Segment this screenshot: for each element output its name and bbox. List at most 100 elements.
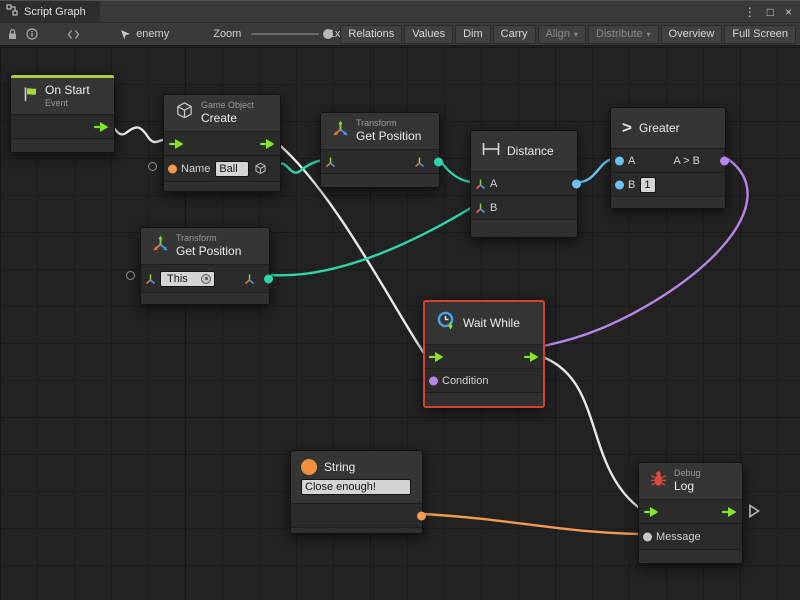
flow-in-port[interactable] (169, 138, 184, 149)
node-get-position-bottom[interactable]: Transform Get Position (140, 227, 270, 305)
fullscreen-button[interactable]: Full Screen (724, 25, 796, 44)
float-out-port[interactable] (572, 179, 581, 188)
node-header: Debug Log (639, 463, 742, 499)
port-label: B (490, 202, 497, 214)
port-label: A (628, 155, 635, 167)
flow-out-port[interactable] (722, 506, 737, 517)
node-footer (164, 181, 280, 191)
chevron-down-icon: ▾ (647, 30, 651, 39)
string-value-input[interactable] (301, 479, 411, 495)
node-get-position-top[interactable]: Transform Get Position (320, 112, 440, 188)
maximize-icon[interactable]: □ (767, 5, 774, 19)
wire-float-distance-to-greater-a[interactable] (579, 159, 614, 182)
wire-string-to-log-message[interactable] (424, 514, 644, 534)
node-footer (11, 138, 114, 152)
wire-flow-waitwhile-to-log[interactable] (540, 356, 642, 510)
unconnected-port-circle[interactable] (148, 162, 157, 171)
node-header: String (291, 451, 422, 503)
detached-flow-arrow-icon[interactable] (748, 504, 760, 518)
unconnected-port-circle[interactable] (126, 271, 135, 280)
node-footer (471, 219, 577, 237)
wire-object-create-to-getposition[interactable] (276, 160, 326, 173)
node-category: Transform (176, 233, 241, 244)
node-greater[interactable]: > Greater A A > B B (610, 107, 726, 209)
game-object-out-port[interactable] (254, 162, 267, 175)
tab-script-graph[interactable]: Script Graph (0, 1, 100, 22)
bug-icon (650, 470, 667, 492)
node-title: Distance (507, 144, 554, 158)
vector-a-in-port[interactable] (475, 178, 486, 189)
window-menu-icon[interactable]: ⋮ (744, 5, 756, 19)
distribute-label: Distribute (596, 28, 642, 40)
node-header: Transform Get Position (321, 113, 439, 149)
wire-vector-getposition-to-distance-a[interactable] (440, 160, 474, 182)
vector-out-gizmo-icon (244, 273, 255, 284)
output-row (291, 503, 422, 527)
carry-button[interactable]: Carry (493, 25, 536, 44)
float-b-in-port[interactable] (615, 180, 624, 189)
node-title: Log (674, 479, 701, 493)
relations-button[interactable]: Relations (340, 25, 402, 44)
align-button[interactable]: Align ▾ (538, 25, 586, 44)
dim-button[interactable]: Dim (455, 25, 491, 44)
bool-out-port[interactable] (720, 156, 729, 165)
flow-in-port[interactable] (429, 351, 444, 362)
node-footer (639, 549, 742, 563)
flow-out-port[interactable] (260, 138, 275, 149)
input-b-row: B (471, 195, 577, 219)
input-b-row: B (611, 172, 725, 196)
node-debug-log[interactable]: Debug Log Message (638, 462, 743, 564)
transform-in-port[interactable] (325, 156, 336, 167)
target-graph-name[interactable]: enemy (136, 28, 169, 40)
node-on-start-event[interactable]: On Start Event (10, 74, 115, 153)
bool-condition-in-port[interactable] (429, 376, 438, 385)
flow-port-row (425, 344, 543, 368)
node-string-literal[interactable]: String (290, 450, 423, 534)
distribute-button[interactable]: Distribute ▾ (588, 25, 658, 44)
node-footer (611, 196, 725, 208)
target-value-input[interactable] (164, 272, 198, 286)
lock-icon[interactable] (6, 25, 20, 43)
node-wait-while[interactable]: Wait While Condition (423, 300, 545, 408)
float-a-in-port[interactable] (615, 156, 624, 165)
flow-out-port[interactable] (524, 351, 539, 362)
graph-toolbar: enemy Zoom 1x Relations Values Dim Carry… (0, 22, 800, 46)
node-category: Transform (356, 118, 421, 129)
port-label: B (628, 179, 635, 191)
code-icon[interactable] (67, 25, 81, 43)
tab-label: Script Graph (24, 6, 86, 18)
info-icon[interactable] (25, 25, 39, 43)
name-value-input[interactable] (215, 161, 249, 177)
graph-canvas[interactable]: On Start Event Game Object Create (0, 47, 800, 600)
string-in-port[interactable] (168, 164, 177, 173)
flow-in-port[interactable] (644, 506, 659, 517)
b-value-input[interactable] (640, 177, 656, 193)
zoom-slider[interactable] (251, 33, 318, 35)
position-out-port[interactable] (264, 274, 273, 283)
object-picker-icon[interactable] (201, 274, 211, 284)
node-title: Get Position (356, 129, 421, 143)
close-icon[interactable]: × (785, 5, 792, 19)
node-header: > Greater (611, 108, 725, 148)
values-button[interactable]: Values (404, 25, 453, 44)
window-controls: ⋮ □ × (744, 5, 800, 19)
input-a-row: A A > B (611, 148, 725, 172)
output-label: A > B (673, 155, 700, 167)
position-out-port[interactable] (434, 157, 443, 166)
transform-gizmo-icon (152, 235, 169, 257)
overview-button[interactable]: Overview (661, 25, 723, 44)
flow-out-port[interactable] (94, 121, 109, 132)
node-title: Wait While (463, 316, 520, 330)
vector-b-in-port[interactable] (475, 202, 486, 213)
node-header: Wait While (425, 302, 543, 344)
node-distance[interactable]: Distance A B (470, 130, 578, 238)
string-out-port[interactable] (417, 511, 426, 520)
message-in-port[interactable] (643, 532, 652, 541)
node-title: Greater (639, 121, 680, 135)
node-header: Transform Get Position (141, 228, 269, 264)
wire-vector-getposition-to-distance-b[interactable] (272, 206, 474, 275)
transform-in-port[interactable] (145, 273, 156, 284)
flag-icon (22, 86, 38, 107)
node-game-object-create[interactable]: Game Object Create Name (163, 94, 281, 192)
transform-gizmo-icon (332, 120, 349, 142)
